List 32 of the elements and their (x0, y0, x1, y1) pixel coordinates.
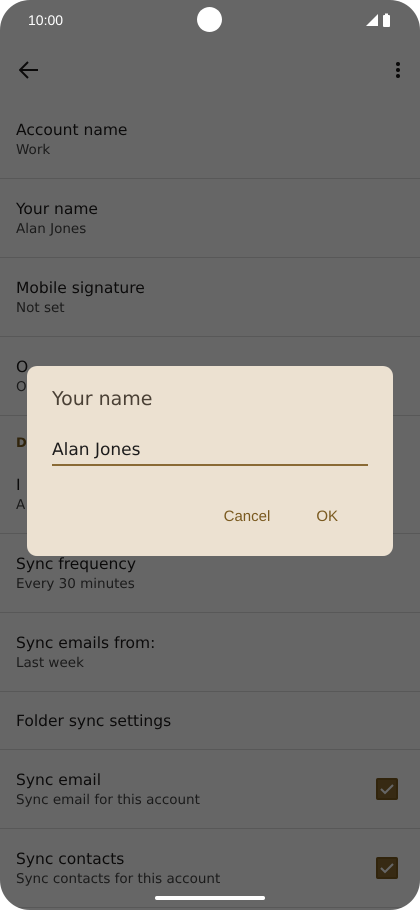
checkmark-icon (380, 783, 394, 795)
setting-title[interactable]: Sync emails from: (16, 634, 156, 652)
setting-summary: Sync email for this account (16, 792, 200, 808)
setting-title[interactable]: Sync email (16, 770, 200, 788)
setting-title[interactable]: Sync contacts (16, 850, 220, 868)
setting-summary: Alan Jones (16, 220, 88, 236)
setting-summary: A (16, 496, 26, 512)
setting-title[interactable]: I (16, 476, 26, 494)
setting-summary: Sync contacts for this account (16, 870, 220, 886)
name-input-field[interactable]: Alan Jones (52, 440, 368, 466)
setting-summary: Every 30 minutes (16, 576, 136, 592)
dialog-title: Your name (52, 388, 154, 410)
more-options-icon[interactable] (396, 62, 400, 78)
status-time: 10:00 (28, 12, 64, 28)
setting-summary: Last week (16, 654, 85, 670)
setting-title[interactable]: Sync frequency (16, 554, 136, 572)
section-header: D (16, 436, 27, 451)
setting-summary: Work (16, 142, 52, 158)
checkbox[interactable] (376, 857, 398, 879)
dialog-button[interactable]: Cancel (216, 504, 278, 529)
back-arrow-icon[interactable] (19, 61, 39, 79)
setting-title[interactable]: Mobile signature (16, 278, 145, 296)
setting-summary: O (16, 378, 28, 394)
checkmark-icon (380, 862, 394, 874)
checkbox[interactable] (376, 778, 398, 800)
setting-title[interactable]: Your name (16, 200, 98, 218)
setting-title[interactable]: O (16, 358, 28, 376)
camera-cutout (197, 7, 222, 32)
setting-summary: Not set (16, 300, 66, 316)
setting-title[interactable]: Folder sync settings (16, 712, 172, 730)
dialog-button[interactable]: OK (308, 504, 346, 529)
setting-title[interactable]: Account name (16, 120, 128, 138)
